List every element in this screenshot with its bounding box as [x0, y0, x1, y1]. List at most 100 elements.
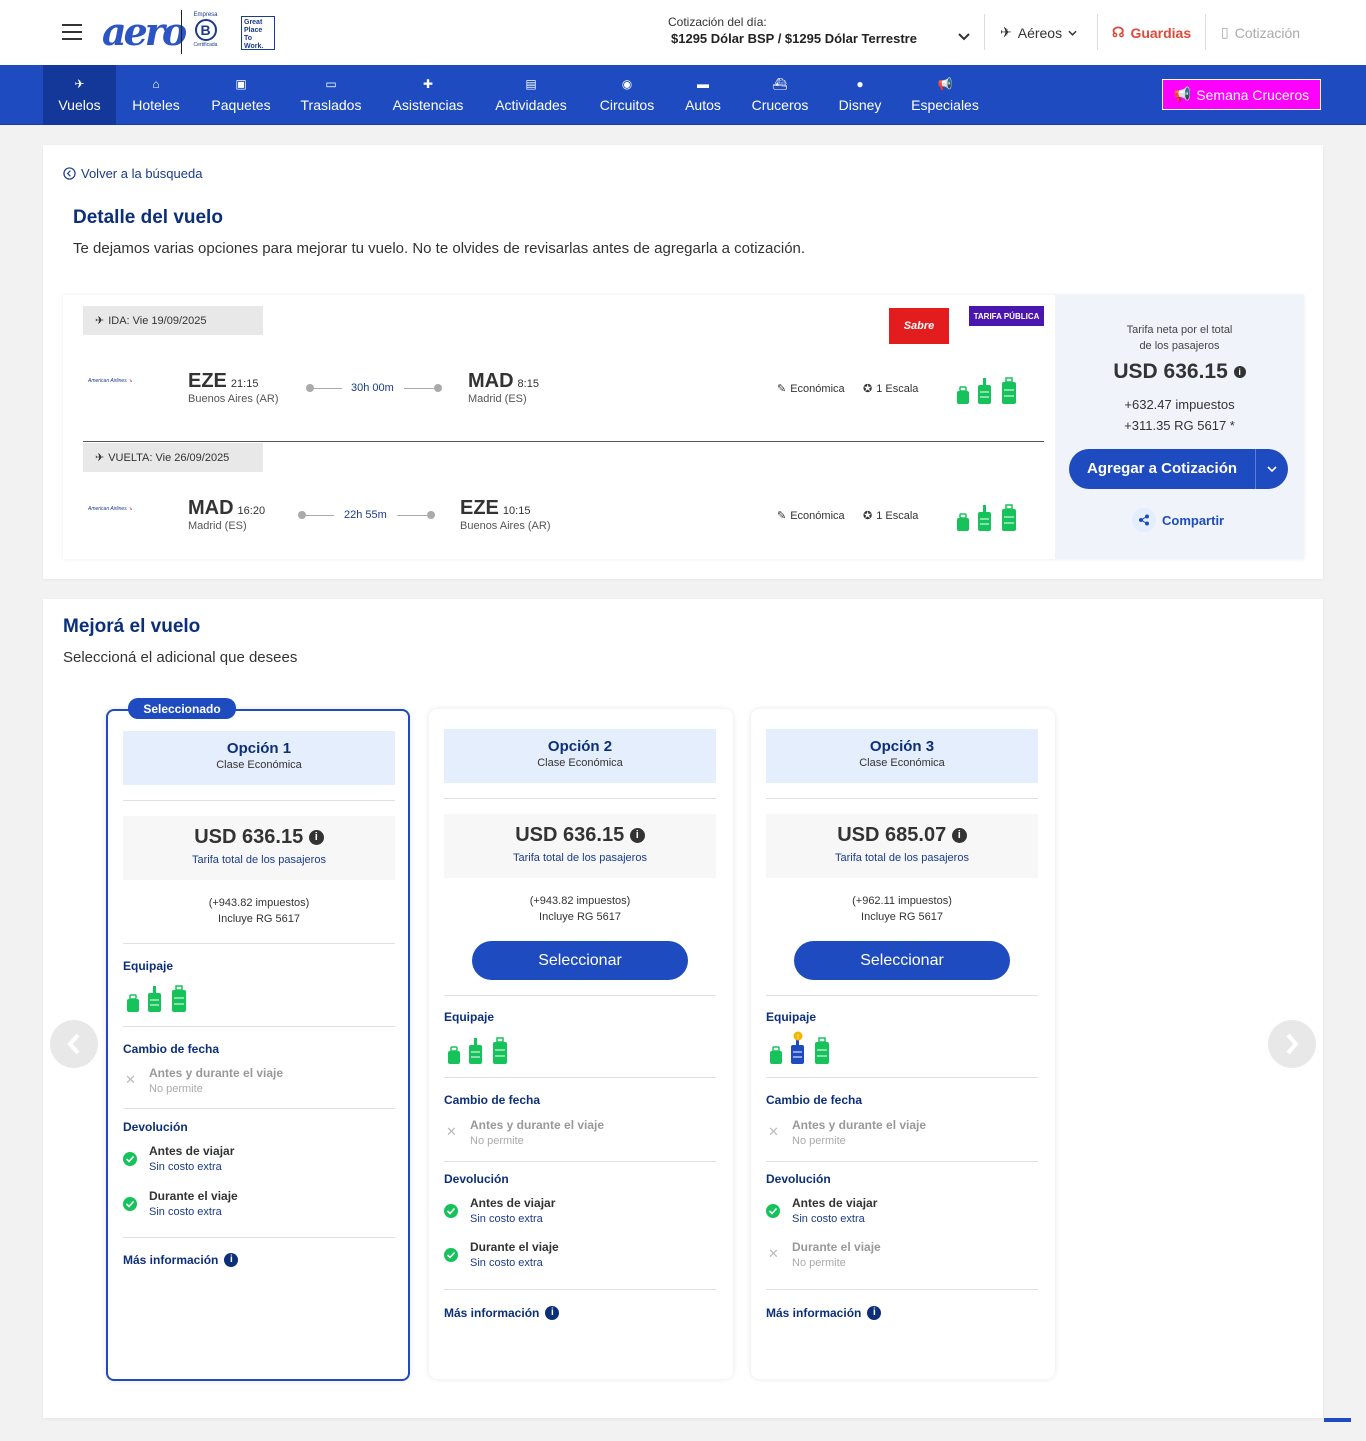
nav-traslados[interactable]: ▭ Traslados — [292, 65, 370, 125]
landing-icon: ✈ — [95, 452, 105, 464]
leg1-destination: MAD 8:15 Madrid (ES) — [468, 370, 539, 405]
hotel-icon: ⌂ — [152, 77, 160, 91]
chevron-down-icon[interactable] — [958, 33, 970, 41]
check-circle-icon — [444, 1204, 458, 1218]
seat-icon: ✎ — [777, 383, 787, 395]
quote-value: $1295 Dólar BSP / $1295 Dólar Terrestre — [671, 31, 917, 46]
cotizacion-link[interactable]: ▯ Cotización — [1221, 24, 1300, 41]
seat-icon: ✎ — [777, 510, 787, 522]
luggage-icon — [956, 377, 1018, 405]
menu-icon[interactable] — [62, 24, 82, 40]
select-option-2-button[interactable]: Seleccionar — [472, 941, 688, 980]
leg-tag-vuelta: ✈ VUELTA: Vie 26/09/2025 — [83, 443, 263, 472]
leg1-duration: 30h 00m — [351, 382, 394, 394]
share-icon — [1132, 508, 1156, 532]
info-icon: i — [629, 828, 645, 844]
plane-icon: ✈ — [1000, 24, 1012, 40]
nav-disney[interactable]: ● Disney — [832, 65, 888, 125]
back-to-search-link[interactable]: Volver a la búsqueda — [63, 166, 202, 181]
leg2-stops: ✪ 1 Escala — [863, 509, 919, 523]
gptw-logo: Great Place To Work. — [241, 16, 275, 50]
plane-icon: ✈ — [74, 77, 85, 91]
location-icon: ◉ — [621, 77, 633, 91]
stops-icon: ✪ — [863, 383, 873, 395]
leg1-stops: ✪ 1 Escala — [863, 382, 919, 396]
nav-circuitos[interactable]: ◉ Circuitos — [592, 65, 662, 125]
check-circle-icon — [766, 1204, 780, 1218]
info-icon: i — [224, 1253, 239, 1267]
car-icon: ▬ — [697, 77, 709, 91]
nav-autos[interactable]: ▬ Autos — [678, 65, 728, 125]
improve-subtitle: Seleccioná el adicional que desees — [63, 649, 298, 666]
airline-logo: American Airlines ↘ — [88, 378, 133, 384]
nav-vuelos[interactable]: ✈ Vuelos — [43, 65, 116, 125]
chevron-left-icon — [67, 1033, 80, 1055]
fare-option-1[interactable]: Opción 1 Clase Económica USD 636.15 i Tari… — [106, 709, 410, 1381]
info-icon: i — [951, 828, 967, 844]
info-icon: i — [545, 1306, 560, 1320]
leg2-duration: 22h 55m — [344, 509, 387, 521]
info-icon: i — [867, 1306, 882, 1320]
nav-cruceros[interactable]: ⛴ Cruceros — [746, 65, 814, 125]
check-circle-icon — [444, 1248, 458, 1262]
chevron-right-icon — [1286, 1033, 1299, 1055]
price-rg: +311.35 RG 5617 * — [1124, 418, 1235, 433]
more-info-link[interactable]: Más información i — [444, 1306, 560, 1320]
ship-icon: ⛴ — [772, 77, 788, 91]
add-to-quote-button[interactable]: Agregar a Cotización — [1069, 449, 1288, 489]
improve-title: Mejorá el vuelo — [63, 616, 201, 637]
selected-badge: Seleccionado — [128, 698, 236, 719]
net-price: USD 636.15 i — [1055, 360, 1304, 384]
leg2-cabin: ✎ Económica — [777, 509, 845, 523]
nav-paquetes[interactable]: ▣ Paquetes — [204, 65, 278, 125]
chevron-down-icon — [1068, 30, 1077, 36]
mickey-icon: ● — [856, 77, 864, 91]
ticket-icon: ▤ — [525, 77, 537, 91]
top-bar: aero Empresa B Certificada Great Place T… — [0, 0, 1366, 65]
megaphone-icon: 📢 — [937, 77, 953, 91]
fare-option-3[interactable]: Opción 3 Clase Económica USD 685.07 i Tari… — [751, 709, 1055, 1379]
bcorp-logo: Empresa B Certificada — [181, 10, 229, 54]
option-price: USD 685.07 i — [766, 824, 1038, 847]
nav-asistencias[interactable]: ✚ Asistencias — [386, 65, 470, 125]
scroll-indicator — [1324, 1418, 1351, 1422]
stops-icon: ✪ — [863, 510, 873, 522]
carousel-next-button[interactable] — [1268, 1020, 1316, 1068]
luggage-icon — [125, 985, 189, 1013]
sabre-logo: Sabre — [889, 308, 949, 344]
svg-text:!: ! — [797, 1034, 799, 1041]
airline-logo: American Airlines ↘ — [88, 506, 133, 512]
guardias-link[interactable]: ☊ Guardias — [1112, 24, 1191, 41]
close-icon: ✕ — [446, 1124, 457, 1139]
takeoff-icon: ✈ — [95, 315, 105, 327]
leg-tag-ida: ✈ IDA: Vie 19/09/2025 — [83, 306, 263, 335]
select-option-3-button[interactable]: Seleccionar — [794, 941, 1010, 980]
luggage-icon — [446, 1037, 510, 1065]
option-price: USD 636.15 i — [123, 826, 395, 849]
nav-especiales[interactable]: 📢 Especiales — [906, 65, 984, 125]
info-icon: i — [1233, 366, 1246, 379]
medkit-icon: ✚ — [422, 77, 434, 91]
more-info-link[interactable]: Más información i — [766, 1306, 882, 1320]
luggage-icon: ! — [768, 1031, 832, 1065]
info-icon: i — [308, 830, 324, 846]
share-button[interactable]: Compartir — [1132, 508, 1224, 532]
nav-actividades[interactable]: ▤ Actividades — [488, 65, 574, 125]
luggage-icon — [956, 504, 1018, 532]
nav-hoteles[interactable]: ⌂ Hoteles — [122, 65, 190, 125]
promo-cruceros-button[interactable]: 📢 Semana Cruceros — [1162, 79, 1321, 110]
more-info-link[interactable]: Más información i — [123, 1253, 239, 1267]
page-title: Detalle del vuelo — [73, 207, 223, 228]
megaphone-icon: 📢 — [1173, 86, 1192, 102]
aereos-menu[interactable]: ✈ Aéreos — [1000, 24, 1077, 41]
document-icon: ▯ — [1221, 24, 1229, 40]
tarifa-publica-badge: TARIFA PÚBLICA — [969, 306, 1044, 326]
bus-icon: ▭ — [325, 77, 337, 91]
carousel-prev-button[interactable] — [50, 1020, 98, 1068]
check-circle-icon — [123, 1152, 137, 1166]
brand-logo[interactable]: aero — [102, 12, 187, 52]
leg2-destination: EZE 10:15 Buenos Aires (AR) — [460, 497, 551, 532]
chevron-down-icon[interactable] — [1256, 466, 1288, 472]
fare-option-2[interactable]: Opción 2 Clase Económica USD 636.15 i Tari… — [429, 709, 733, 1379]
page-subtitle: Te dejamos varias opciones para mejorar … — [73, 240, 806, 257]
